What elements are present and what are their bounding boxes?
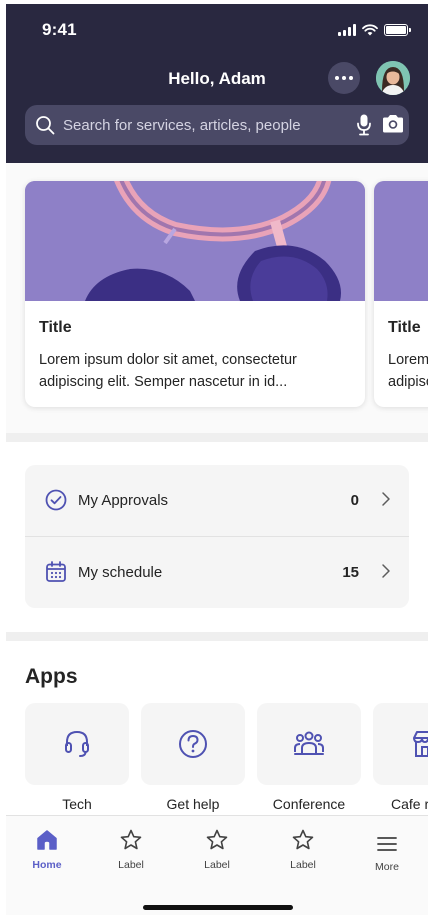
star-icon: [292, 829, 314, 850]
store-icon: [413, 731, 428, 757]
list-item-count: 0: [350, 492, 359, 509]
calendar-icon: [46, 561, 66, 582]
tab-label-3[interactable]: Label: [273, 828, 333, 871]
battery-icon: [384, 24, 411, 36]
status-bar: 9:41: [6, 20, 428, 42]
people-icon: [294, 731, 324, 755]
phone-screen: 9:41 Hello, Adam Search for services, ar…: [6, 4, 428, 915]
quick-links-card: My Approvals 0 My schedule 15: [25, 465, 409, 608]
app-tile[interactable]: [25, 703, 129, 785]
tab-label-1[interactable]: Label: [101, 828, 161, 871]
featured-card[interactable]: Title Lorem ipsum dolor sit amet, consec…: [374, 181, 428, 407]
app-label: Conference: [272, 796, 346, 812]
featured-card[interactable]: Title Lorem ipsum dolor sit amet, consec…: [25, 181, 365, 407]
camera-icon[interactable]: [381, 114, 405, 134]
app-conference[interactable]: Conference: [257, 703, 361, 812]
more-options-button[interactable]: [328, 62, 360, 94]
signal-icon: [338, 24, 356, 36]
app-tech[interactable]: Tech: [25, 703, 129, 812]
question-icon: [179, 730, 207, 758]
status-icons: [338, 24, 411, 36]
app-cafe[interactable]: Cafe r: [373, 703, 428, 812]
app-label: Get help: [166, 796, 220, 812]
tab-label: More: [375, 861, 399, 873]
mic-icon[interactable]: [356, 113, 372, 137]
app-label: Cafe r: [391, 796, 428, 812]
section-divider: [6, 632, 428, 641]
app-label: Tech: [62, 796, 92, 812]
app-tile[interactable]: [257, 703, 361, 785]
menu-icon: [377, 837, 397, 851]
check-circle-icon: [45, 489, 67, 511]
home-indicator: [143, 905, 293, 910]
chevron-right-icon: [382, 564, 390, 578]
quick-links-section: My Approvals 0 My schedule 15: [6, 442, 428, 632]
tab-label: Label: [118, 859, 144, 871]
section-divider: [6, 433, 428, 442]
tab-label-2[interactable]: Label: [187, 828, 247, 871]
chevron-right-icon: [382, 492, 390, 506]
star-icon: [120, 829, 142, 850]
star-icon: [206, 829, 228, 850]
headset-icon: [65, 730, 89, 757]
card-title: Title: [39, 319, 72, 336]
status-time: 9:41: [42, 20, 77, 39]
greeting-title: Hello, Adam: [168, 69, 266, 88]
apps-section: Apps Tech Get help Conference Cafe r: [6, 641, 428, 817]
card-description: Lorem ipsum dolor sit amet, consectetur …: [39, 352, 297, 390]
tab-home[interactable]: Home: [17, 828, 77, 871]
search-icon: [36, 116, 55, 135]
tab-more[interactable]: More: [357, 834, 417, 873]
list-item-count: 15: [342, 564, 359, 581]
header: 9:41 Hello, Adam Search for services, ar…: [6, 4, 428, 163]
wifi-icon: [362, 24, 378, 36]
featured-carousel[interactable]: Title Lorem ipsum dolor sit amet, consec…: [6, 163, 428, 433]
list-item-schedule[interactable]: My schedule 15: [25, 537, 409, 608]
card-description: Lorem ipsum dolor sit amet, consectetur …: [388, 352, 428, 390]
home-icon: [37, 830, 57, 850]
tab-label: Home: [32, 859, 62, 871]
list-item-label: My schedule: [78, 564, 163, 581]
card-title: Title: [388, 319, 421, 336]
app-get-help[interactable]: Get help: [141, 703, 245, 812]
avatar-image: [376, 61, 410, 95]
bottom-tab-bar: Home Label Label Label More: [6, 815, 428, 915]
avatar[interactable]: [376, 61, 410, 95]
list-item-approvals[interactable]: My Approvals 0: [25, 465, 409, 536]
app-tile[interactable]: [373, 703, 428, 785]
list-item-label: My Approvals: [78, 492, 169, 509]
card-image: [374, 181, 428, 301]
tab-label: Label: [290, 859, 316, 871]
apps-heading: Apps: [25, 665, 78, 688]
tab-label: Label: [204, 859, 230, 871]
app-tile[interactable]: [141, 703, 245, 785]
headphones-image: [25, 181, 365, 301]
search-input[interactable]: Search for services, articles, people: [63, 117, 301, 134]
search-bar[interactable]: Search for services, articles, people: [25, 105, 409, 145]
card-image: [25, 181, 365, 301]
